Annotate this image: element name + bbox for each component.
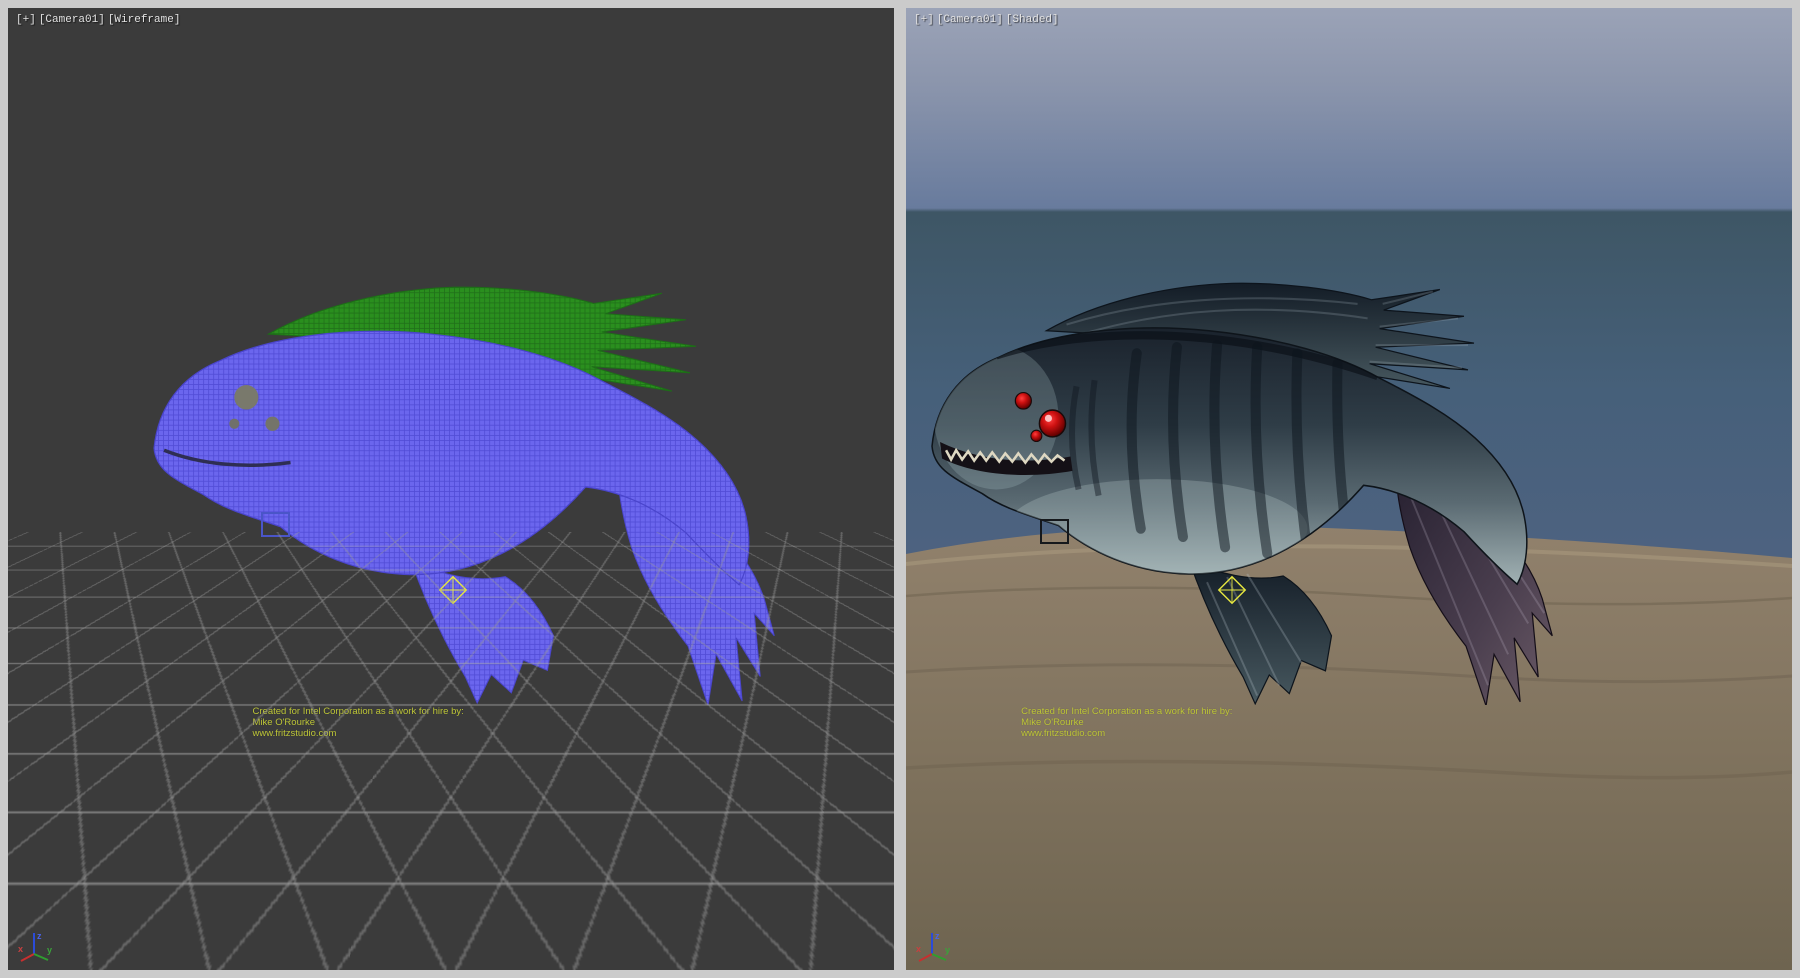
eye-large [1040, 410, 1066, 437]
credit-line-2: Mike O'Rourke [253, 717, 464, 728]
eye-medium [1016, 392, 1032, 408]
eye-medium [265, 417, 279, 431]
viewport-general-menu[interactable]: [+] [16, 14, 36, 26]
box-helper[interactable] [261, 512, 290, 537]
point-helper-icon[interactable] [438, 575, 468, 605]
fish-model-wireframe[interactable] [148, 277, 790, 705]
eye-small [229, 419, 239, 429]
eye-large-glint [1045, 414, 1052, 421]
scene-credit-text: Created for Intel Corporation as a work … [253, 706, 464, 739]
viewport-label: [+] [Camera01] [Wireframe] [16, 14, 183, 26]
viewport-pov-menu[interactable]: [Camera01] [39, 14, 105, 26]
axis-label-x: x [916, 944, 921, 954]
axis-label-y: y [47, 945, 52, 955]
eye-small [1031, 430, 1042, 441]
credit-line-1: Created for Intel Corporation as a work … [1021, 706, 1232, 717]
viewport-camera01-wireframe[interactable]: Created for Intel Corporation as a work … [8, 8, 894, 970]
viewport-pov-menu[interactable]: [Camera01] [937, 14, 1003, 26]
point-helper-icon[interactable] [1217, 575, 1247, 605]
axis-label-x: x [18, 944, 23, 954]
viewport-shading-menu[interactable]: [Wireframe] [108, 14, 181, 26]
credit-line-3: www.fritzstudio.com [253, 728, 464, 739]
axis-label-z: z [37, 931, 42, 941]
world-axis-tripod: z x y [916, 928, 952, 964]
viewport-general-menu[interactable]: [+] [914, 14, 934, 26]
credit-line-3: www.fritzstudio.com [1021, 728, 1232, 739]
axis-label-z: z [935, 931, 940, 941]
scene-credit-text: Created for Intel Corporation as a work … [1021, 706, 1232, 739]
credit-line-2: Mike O'Rourke [1021, 717, 1232, 728]
viewport-layout: Created for Intel Corporation as a work … [0, 0, 1800, 978]
box-helper[interactable] [1040, 519, 1069, 544]
eye-large [234, 385, 258, 409]
axis-label-y: y [945, 945, 950, 955]
viewport-camera01-shaded[interactable]: Created for Intel Corporation as a work … [906, 8, 1792, 970]
world-axis-tripod: z x y [18, 928, 54, 964]
pelvic-fin [1189, 559, 1332, 703]
fish-model-shaded[interactable] [926, 273, 1568, 706]
viewport-shading-menu[interactable]: [Shaded] [1006, 14, 1059, 26]
credit-line-1: Created for Intel Corporation as a work … [253, 706, 464, 717]
pelvic-fin [411, 561, 554, 704]
viewport-label: [+] [Camera01] [Shaded] [914, 14, 1062, 26]
